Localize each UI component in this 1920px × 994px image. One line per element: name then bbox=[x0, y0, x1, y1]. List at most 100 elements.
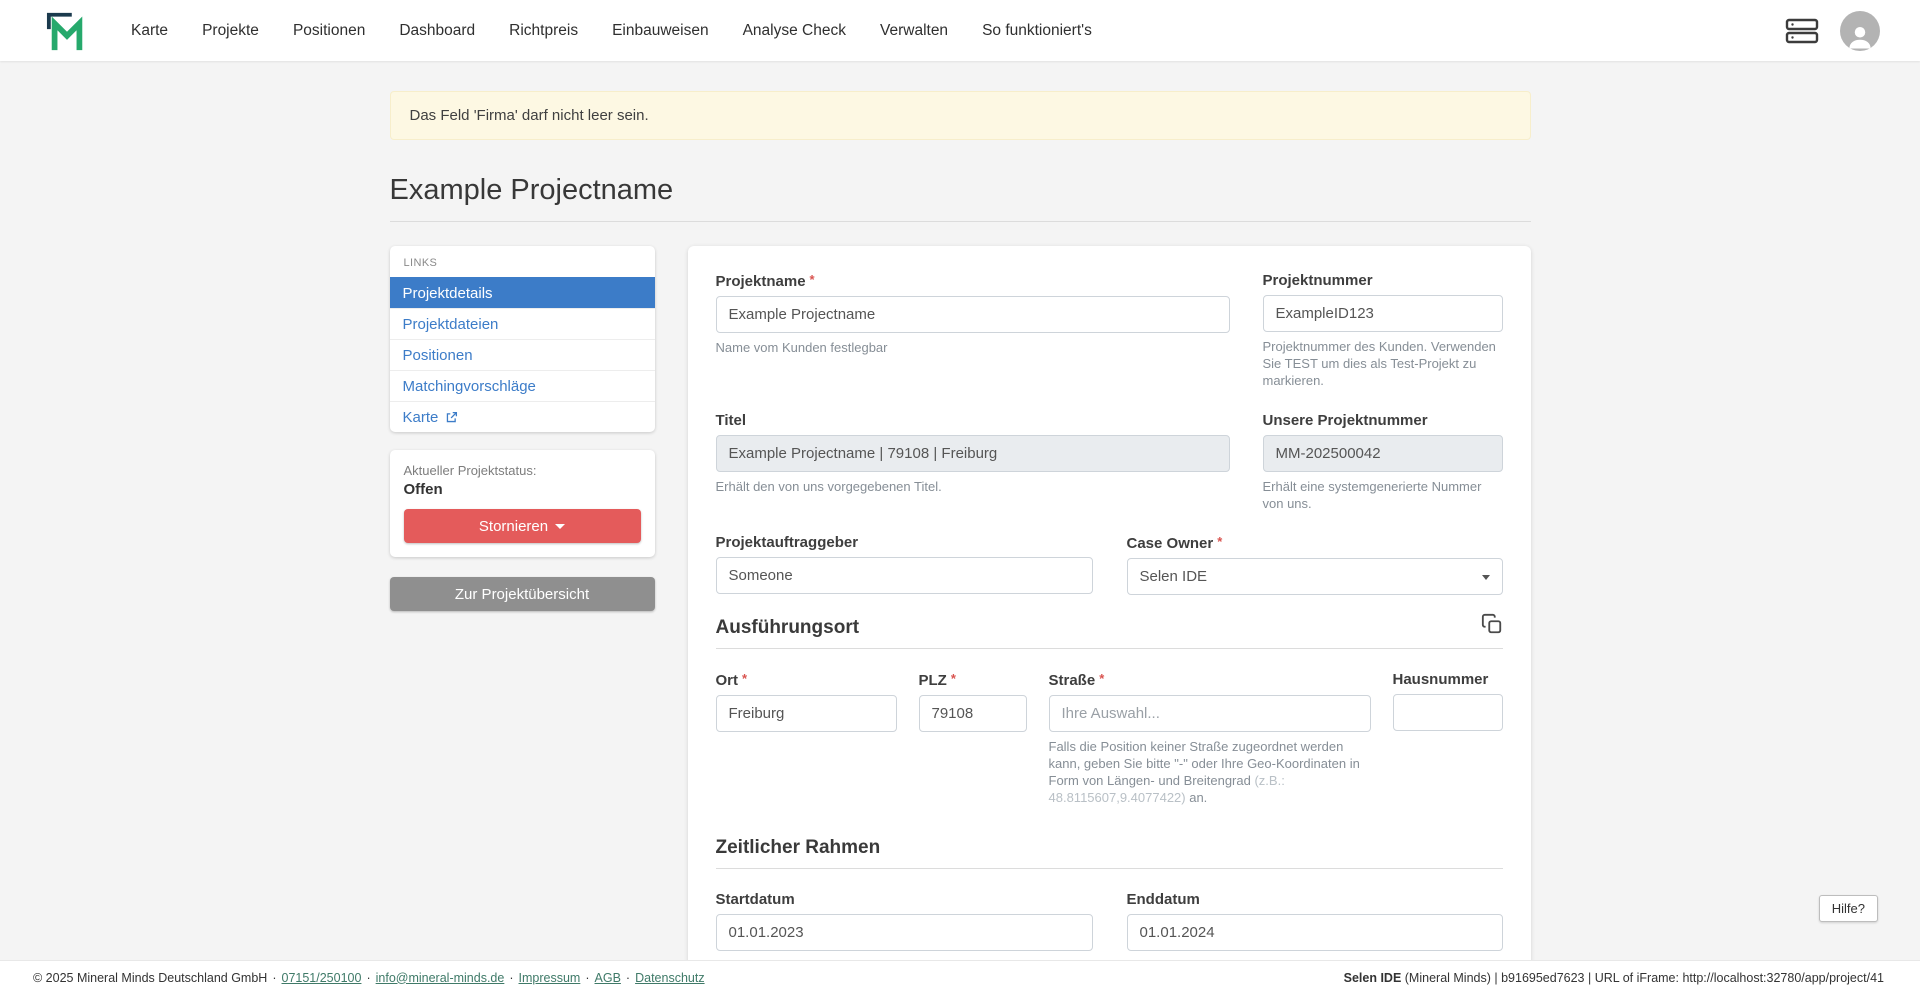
unsere-projektnummer-input bbox=[1263, 435, 1503, 472]
strasse-label: Straße* bbox=[1049, 671, 1371, 689]
hausnummer-input[interactable] bbox=[1393, 694, 1503, 731]
user-avatar[interactable] bbox=[1840, 11, 1880, 51]
nav-item-so-funktionierts[interactable]: So funktioniert's bbox=[965, 0, 1109, 61]
titel-label: Titel bbox=[716, 412, 1230, 429]
footer-link-agb[interactable]: AGB bbox=[595, 971, 621, 985]
copyright-text: © 2025 Mineral Minds Deutschland GmbH bbox=[33, 971, 267, 985]
titel-input bbox=[716, 435, 1230, 472]
status-label: Aktueller Projektstatus: bbox=[404, 463, 641, 478]
project-details-form: Projektname* Name vom Kunden festlegbar … bbox=[688, 246, 1531, 960]
alert-banner: Das Feld 'Firma' darf nicht leer sein. bbox=[390, 91, 1531, 140]
plz-label: PLZ* bbox=[919, 671, 1027, 689]
field-enddatum: Enddatum bbox=[1127, 891, 1503, 951]
case-owner-select[interactable]: Selen IDE bbox=[1127, 558, 1503, 595]
page-title: Example Projectname bbox=[390, 174, 1531, 207]
projektnummer-helper: Projektnummer des Kunden. Verwenden Sie … bbox=[1263, 339, 1503, 390]
status-card: Aktueller Projektstatus: Offen Storniere… bbox=[390, 450, 655, 557]
footer-link-email[interactable]: info@mineral-minds.de bbox=[376, 971, 505, 985]
nav-item-dashboard[interactable]: Dashboard bbox=[382, 0, 492, 61]
mineral-minds-logo-icon bbox=[46, 10, 88, 52]
status-value: Offen bbox=[404, 481, 641, 498]
server-icon[interactable] bbox=[1784, 17, 1820, 45]
copy-icon[interactable] bbox=[1481, 613, 1503, 638]
page-footer: © 2025 Mineral Minds Deutschland GmbH · … bbox=[0, 960, 1920, 994]
links-card: LINKS Projektdetails Projektdateien Posi… bbox=[390, 246, 655, 432]
content-area: Das Feld 'Firma' darf nicht leer sein. E… bbox=[0, 61, 1920, 960]
footer-link-phone[interactable]: 07151/250100 bbox=[282, 971, 362, 985]
nav-item-einbauweisen[interactable]: Einbauweisen bbox=[595, 0, 726, 61]
plz-input[interactable] bbox=[919, 695, 1027, 732]
sidebar-item-label: Projektdateien bbox=[403, 316, 499, 333]
required-marker: * bbox=[1099, 671, 1104, 686]
footer-session-info: Selen IDE (Mineral Minds) | b91695ed7623… bbox=[1344, 971, 1884, 985]
server-icon-glyph bbox=[1784, 17, 1820, 45]
sidebar-item-projektdetails[interactable]: Projektdetails bbox=[390, 277, 655, 308]
titel-helper: Erhält den von uns vorgegebenen Titel. bbox=[716, 479, 1230, 496]
section-ausfuehrungsort: Ausführungsort bbox=[716, 617, 1503, 649]
projektnummer-input[interactable] bbox=[1263, 295, 1503, 332]
left-sidebar: LINKS Projektdetails Projektdateien Posi… bbox=[390, 246, 655, 611]
ort-label: Ort* bbox=[716, 671, 897, 689]
nav-item-karte[interactable]: Karte bbox=[114, 0, 185, 61]
field-strasse: Straße* Falls die Position keiner Straße… bbox=[1049, 671, 1371, 807]
strasse-input[interactable] bbox=[1049, 695, 1371, 732]
sidebar-item-matchingvorschlaege[interactable]: Matchingvorschläge bbox=[390, 370, 655, 401]
case-owner-value: Selen IDE bbox=[1140, 568, 1208, 585]
sidebar-item-positionen[interactable]: Positionen bbox=[390, 339, 655, 370]
required-marker: * bbox=[1217, 534, 1222, 549]
nav-item-verwalten[interactable]: Verwalten bbox=[863, 0, 965, 61]
project-overview-button[interactable]: Zur Projektübersicht bbox=[390, 577, 655, 611]
sidebar-item-label: Projektdetails bbox=[403, 285, 493, 302]
projektnummer-label: Projektnummer bbox=[1263, 272, 1503, 289]
projektauftraggeber-label: Projektauftraggeber bbox=[716, 534, 1093, 551]
navbar-right bbox=[1784, 11, 1880, 51]
footer-link-impressum[interactable]: Impressum bbox=[519, 971, 581, 985]
footer-link-datenschutz[interactable]: Datenschutz bbox=[635, 971, 704, 985]
help-button[interactable]: Hilfe? bbox=[1819, 895, 1878, 922]
ausfuehrungsort-heading: Ausführungsort bbox=[716, 617, 1503, 639]
enddatum-label: Enddatum bbox=[1127, 891, 1503, 908]
field-unsere-projektnummer: Unsere Projektnummer Erhält eine systemg… bbox=[1263, 412, 1503, 513]
links-header: LINKS bbox=[390, 246, 655, 277]
stornieren-button[interactable]: Stornieren bbox=[404, 509, 641, 543]
startdatum-label: Startdatum bbox=[716, 891, 1093, 908]
nav-item-richtpreis[interactable]: Richtpreis bbox=[492, 0, 595, 61]
case-owner-label: Case Owner* bbox=[1127, 534, 1503, 552]
projektname-helper: Name vom Kunden festlegbar bbox=[716, 340, 1230, 357]
zeitlicher-rahmen-heading: Zeitlicher Rahmen bbox=[716, 837, 1503, 859]
field-plz: PLZ* bbox=[919, 671, 1027, 807]
projektname-label: Projektname* bbox=[716, 272, 1230, 290]
nav-item-projekte[interactable]: Projekte bbox=[185, 0, 276, 61]
required-marker: * bbox=[951, 671, 956, 686]
required-marker: * bbox=[742, 671, 747, 686]
field-titel: Titel Erhält den von uns vorgegebenen Ti… bbox=[716, 412, 1230, 513]
alert-message: Das Feld 'Firma' darf nicht leer sein. bbox=[410, 107, 649, 124]
nav-item-analyse-check[interactable]: Analyse Check bbox=[726, 0, 863, 61]
projektname-input[interactable] bbox=[716, 296, 1230, 333]
top-navbar: Karte Projekte Positionen Dashboard Rich… bbox=[0, 0, 1920, 61]
ort-input[interactable] bbox=[716, 695, 897, 732]
sidebar-item-karte[interactable]: Karte bbox=[390, 401, 655, 432]
field-case-owner: Case Owner* Selen IDE bbox=[1127, 534, 1503, 595]
person-icon bbox=[1845, 21, 1875, 51]
required-marker: * bbox=[810, 272, 815, 287]
unsere-projektnummer-helper: Erhält eine systemgenerierte Nummer von … bbox=[1263, 479, 1503, 513]
startdatum-input[interactable] bbox=[716, 914, 1093, 951]
nav-item-positionen[interactable]: Positionen bbox=[276, 0, 382, 61]
title-divider bbox=[390, 221, 1531, 222]
enddatum-input[interactable] bbox=[1127, 914, 1503, 951]
footer-user: Selen IDE bbox=[1344, 971, 1402, 985]
field-projektauftraggeber: Projektauftraggeber bbox=[716, 534, 1093, 595]
copy-icon-glyph bbox=[1481, 613, 1503, 635]
chevron-down-icon bbox=[1482, 575, 1490, 580]
field-startdatum: Startdatum bbox=[716, 891, 1093, 951]
stornieren-label: Stornieren bbox=[479, 518, 548, 535]
sidebar-item-projektdateien[interactable]: Projektdateien bbox=[390, 308, 655, 339]
projektauftraggeber-input[interactable] bbox=[716, 557, 1093, 594]
field-projektnummer: Projektnummer Projektnummer des Kunden. … bbox=[1263, 272, 1503, 390]
strasse-helper: Falls die Position keiner Straße zugeord… bbox=[1049, 739, 1371, 807]
brand-logo[interactable] bbox=[46, 10, 88, 52]
footer-left: © 2025 Mineral Minds Deutschland GmbH · … bbox=[33, 971, 705, 985]
external-link-icon bbox=[445, 411, 458, 424]
footer-session-details: (Mineral Minds) | b91695ed7623 | URL of … bbox=[1401, 971, 1884, 985]
